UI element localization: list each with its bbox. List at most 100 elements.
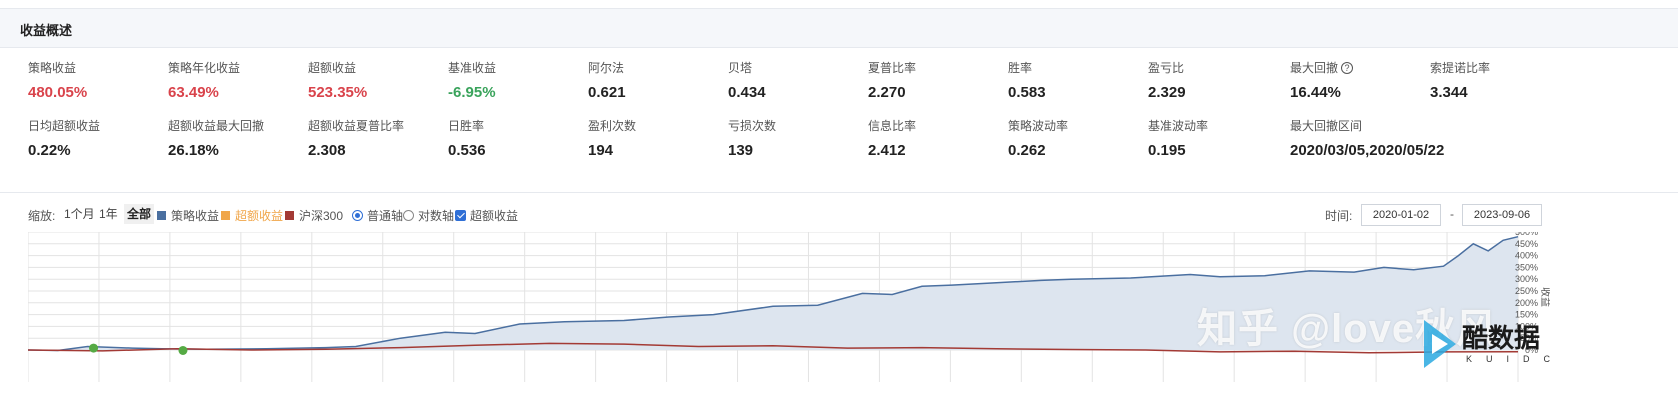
logo-play-icon [1424, 320, 1456, 368]
excess-checkbox[interactable]: 超额收益 [455, 207, 518, 224]
stat-label-text: 盈利次数 [588, 119, 637, 133]
stat-label: 日均超额收益 [28, 118, 178, 134]
stat-label-text: 策略波动率 [1008, 119, 1069, 133]
excess-checkbox-label: 超额收益 [470, 209, 519, 223]
stat-value: 194 [588, 142, 614, 159]
axis-log-label: 对数轴 [418, 209, 455, 223]
date-from-input[interactable] [1361, 204, 1441, 226]
stat-value: 2.329 [1148, 84, 1186, 101]
stats-panel: 策略收益 480.05% 策略年化收益 63.49% 超额收益 523.35% 基准收益 -6… [0, 48, 1678, 190]
y-tick-label: 300% [1515, 274, 1538, 284]
stat-value: 480.05% [28, 84, 88, 101]
stat-label-text: 策略年化收益 [168, 61, 241, 75]
stat-item: 基准收益 -6.95% [448, 60, 598, 102]
stat-label: 盈利次数 [588, 118, 738, 134]
stat-label-text: 日胜率 [448, 119, 485, 133]
stat-label-text: 最大回撤 [1290, 61, 1339, 75]
trade-marker [89, 343, 99, 353]
zoom-1-year-button[interactable]: 1年 [96, 204, 121, 224]
stat-label-text: 基准波动率 [1148, 119, 1209, 133]
y-tick-label: 450% [1515, 239, 1538, 249]
zoom-label: 缩放: [28, 209, 56, 223]
divider [0, 192, 1678, 193]
legend-strategy[interactable]: 策略收益 [157, 207, 219, 224]
legend-benchmark[interactable]: 沪深300 [285, 207, 343, 224]
stat-label: 信息比率 [868, 118, 1018, 134]
stat-label: 超额收益最大回撤 [168, 118, 318, 134]
y-tick-label: 500% [1515, 232, 1538, 237]
stat-value: 0.434 [728, 84, 766, 101]
axis-normal-label: 普通轴 [367, 209, 404, 223]
legend-excess-swatch [221, 211, 230, 220]
axis-normal-radio[interactable]: 普通轴 [352, 207, 403, 224]
stat-item: 盈亏比 2.329 [1148, 60, 1298, 102]
logo-subtext: KUIDC [1466, 354, 1565, 364]
logo-text: 酷数据 [1462, 323, 1541, 353]
stat-label: 策略收益 [28, 60, 178, 76]
legend-excess[interactable]: 超额收益 [221, 207, 283, 224]
stat-label-text: 超额收益最大回撤 [168, 119, 265, 133]
stat-value: 139 [728, 142, 754, 159]
stat-value: 2020/03/05,2020/05/22 [1290, 142, 1445, 159]
axis-log-radio[interactable]: 对数轴 [403, 207, 454, 224]
legend-benchmark-label: 沪深300 [299, 209, 344, 223]
stat-label: 超额收益夏普比率 [308, 118, 458, 134]
stat-label: 阿尔法 [588, 60, 738, 76]
section-header: 收益概述 [0, 8, 1678, 48]
stat-value: 523.35% [308, 84, 368, 101]
stat-item: 贝塔 0.434 [728, 60, 878, 102]
stat-value: 0.621 [588, 84, 626, 101]
y-tick-label: 350% [1515, 262, 1538, 272]
stat-value: 16.44% [1290, 84, 1341, 101]
legend-excess-label: 超额收益 [235, 209, 284, 223]
kuidc-logo: 酷数据 KUIDC [1410, 312, 1550, 382]
radio-unchecked-icon [403, 210, 414, 221]
stat-value: 0.536 [448, 142, 486, 159]
stat-value: 2.270 [868, 84, 906, 101]
trade-marker [178, 345, 188, 355]
stat-label: 最大回撤区间 [1290, 118, 1510, 134]
y-tick-label: 250% [1515, 286, 1538, 296]
stat-label-text: 阿尔法 [588, 61, 625, 75]
stat-item: 日胜率 0.536 [448, 118, 598, 160]
date-separator: - [1450, 207, 1454, 221]
y-tick-label: 200% [1515, 298, 1538, 308]
date-to-input[interactable] [1462, 204, 1542, 226]
stat-value: 0.195 [1148, 142, 1186, 159]
stat-value: 3.344 [1430, 84, 1468, 101]
stat-label-text: 超额收益 [308, 61, 357, 75]
stat-value: 0.262 [1008, 142, 1046, 159]
stat-label-text: 亏损次数 [728, 119, 777, 133]
stat-item: 最大回撤区间 2020/03/05,2020/05/22 [1290, 118, 1510, 160]
stat-label-text: 夏普比率 [868, 61, 917, 75]
section-title: 收益概述 [20, 23, 73, 38]
stat-item: 超额收益夏普比率 2.308 [308, 118, 458, 160]
stat-item: 亏损次数 139 [728, 118, 878, 160]
stat-label: 胜率 [1008, 60, 1158, 76]
stat-label: 超额收益 [308, 60, 458, 76]
stat-label-text: 日均超额收益 [28, 119, 101, 133]
stat-item: 索提诺比率 3.344 [1430, 60, 1580, 102]
stat-item: 阿尔法 0.621 [588, 60, 738, 102]
time-label: 时间: [1325, 209, 1353, 223]
stat-item: 超额收益最大回撤 26.18% [168, 118, 318, 160]
radio-checked-icon [352, 210, 363, 221]
stat-label: 日胜率 [448, 118, 598, 134]
stat-item: 日均超额收益 0.22% [28, 118, 178, 160]
stat-item: 夏普比率 2.270 [868, 60, 1018, 102]
stat-label: 策略波动率 [1008, 118, 1158, 134]
stat-label: 亏损次数 [728, 118, 878, 134]
stat-item: 胜率 0.583 [1008, 60, 1158, 102]
stat-item: 最大回撤? 16.44% [1290, 60, 1440, 102]
legend-strategy-label: 策略收益 [171, 209, 220, 223]
stat-item: 基准波动率 0.195 [1148, 118, 1298, 160]
stat-label: 盈亏比 [1148, 60, 1298, 76]
legend-strategy-swatch [157, 211, 166, 220]
help-icon[interactable]: ? [1341, 62, 1354, 74]
zoom-all-button[interactable]: 全部 [124, 204, 155, 224]
stat-value: -6.95% [448, 84, 496, 101]
stat-value: 26.18% [168, 142, 219, 159]
legend-benchmark-swatch [285, 211, 294, 220]
zoom-1-month-button[interactable]: 1个月 [61, 204, 98, 224]
stat-label-text: 索提诺比率 [1430, 61, 1491, 75]
